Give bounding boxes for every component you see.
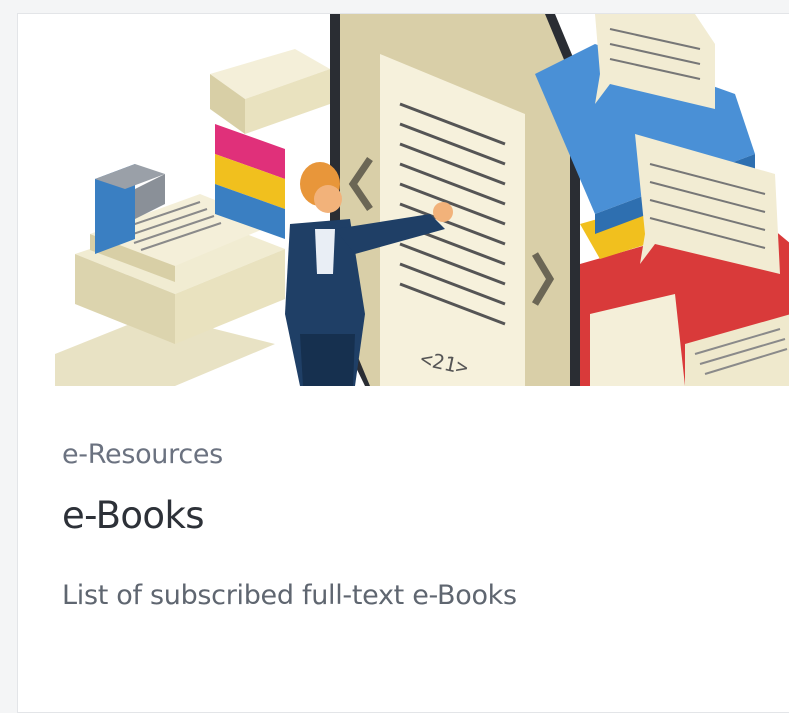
category-label[interactable]: e-Resources (62, 439, 223, 470)
ebook-reader-illustration: <21> (35, 14, 789, 386)
ebooks-card[interactable]: <21> e-Resources e-Books List of subscri… (17, 13, 789, 713)
card-description: List of subscribed full-text e-Books (62, 580, 517, 611)
tablet-device: <21> (330, 14, 580, 386)
card-title[interactable]: e-Books (62, 494, 205, 537)
